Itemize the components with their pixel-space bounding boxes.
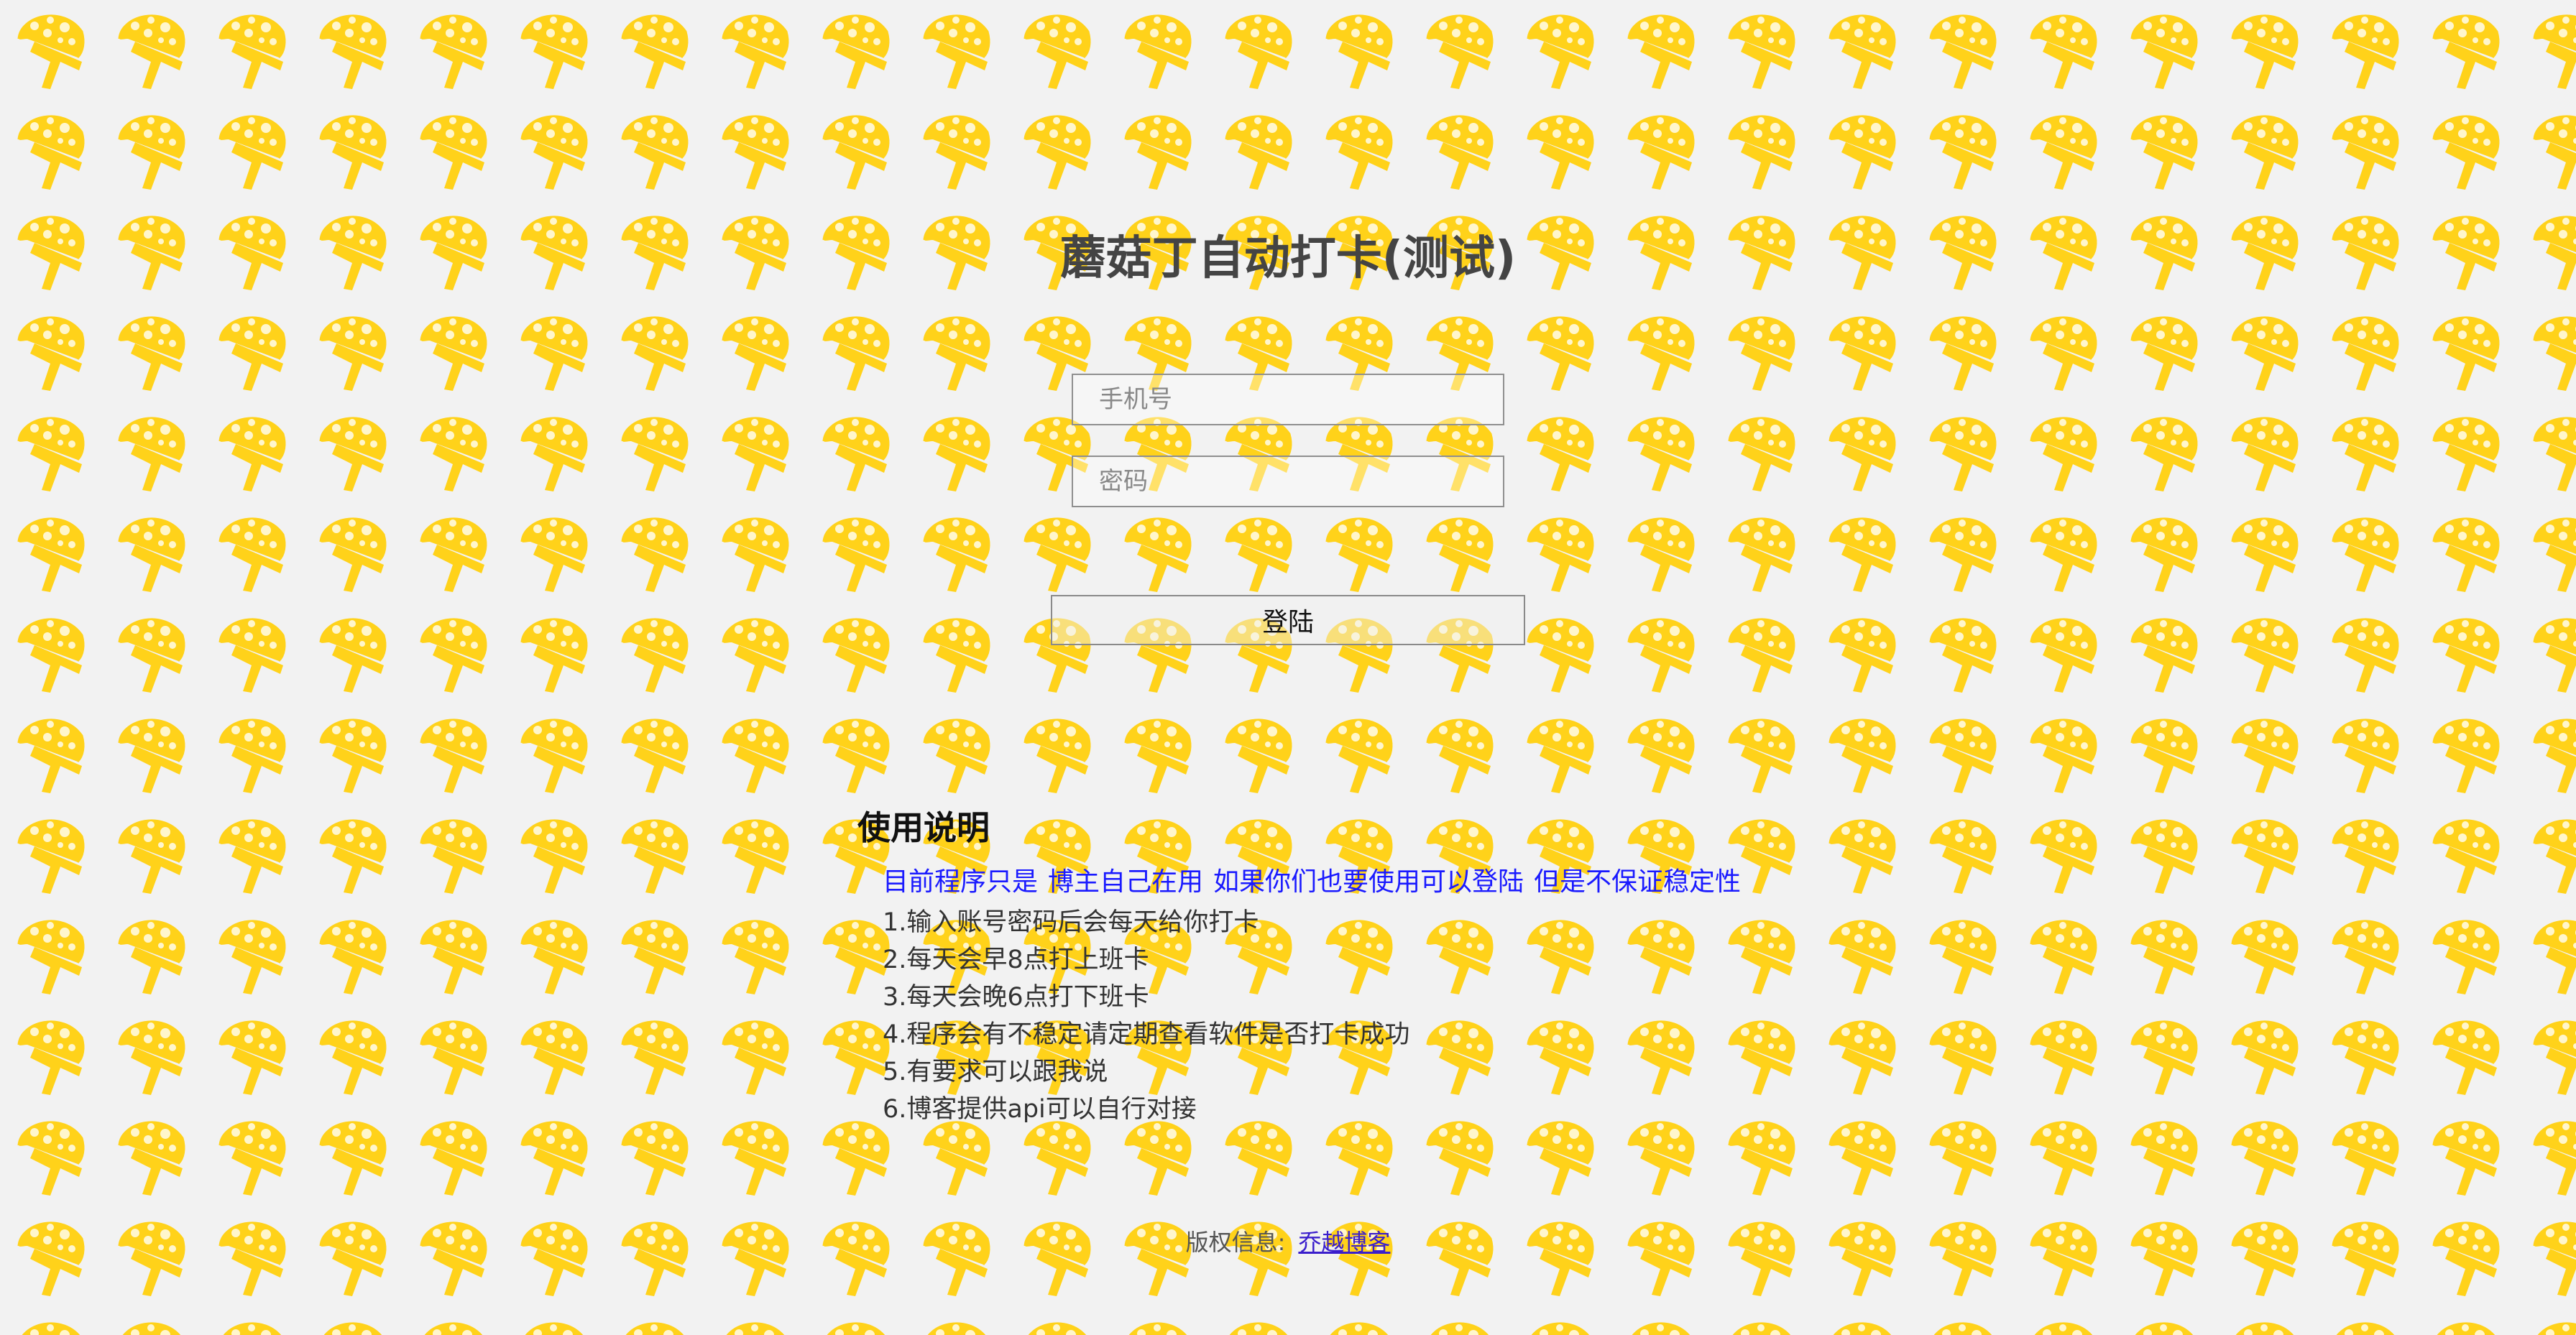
login-button[interactable]: 登陆 — [1051, 595, 1525, 645]
page-content: 蘑菇丁自动打卡(测试) 登陆 使用说明 目前程序只是博主自己在用如果你们也要使用… — [0, 0, 2576, 1335]
footer: 版权信息: 乔越博客 — [0, 1224, 2576, 1261]
instructions-notice: 目前程序只是 博主自己在用 如果你们也要使用可以登陆 但是不保证稳定性 — [883, 864, 1751, 901]
instruction-item: 2.每天会早8点打上班卡 — [883, 946, 1149, 974]
instructions-list: 1.输入账号密码后会每天给你打卡 2.每天会早8点打上班卡 3.每天会晚6点打下… — [883, 904, 1409, 1128]
instructions-heading: 使用说明 — [857, 808, 990, 847]
instruction-item: 5.有要求可以跟我说 — [883, 1058, 1108, 1086]
password-input[interactable] — [1072, 456, 1504, 507]
copyright-label: 版权信息: — [1185, 1229, 1286, 1256]
blog-link[interactable]: 乔越博客 — [1298, 1229, 1390, 1256]
instruction-item: 1.输入账号密码后会每天给你打卡 — [883, 908, 1259, 937]
instruction-item: 6.博客提供api可以自行对接 — [883, 1095, 1197, 1124]
notice-part: 但是不保证稳定性 — [1534, 867, 1742, 897]
instruction-item: 3.每天会晚6点打下班卡 — [883, 983, 1149, 1012]
notice-part: 目前程序只是 — [883, 867, 1039, 897]
notice-part: 如果你们也要使用可以登陆 — [1213, 867, 1524, 897]
phone-input[interactable] — [1072, 374, 1504, 425]
notice-part: 博主自己在用 — [1048, 867, 1204, 897]
instruction-item: 4.程序会有不稳定请定期查看软件是否打卡成功 — [883, 1020, 1410, 1049]
page-title: 蘑菇丁自动打卡(测试) — [1059, 232, 1517, 285]
